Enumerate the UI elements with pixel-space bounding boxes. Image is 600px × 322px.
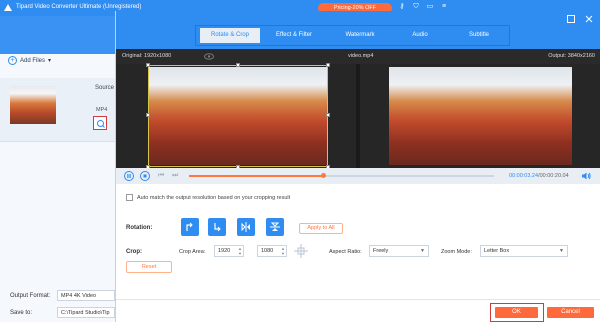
crop-label: Crop:: [126, 249, 142, 255]
crop-area-label: Crop Area:: [179, 249, 206, 255]
zoom-mode-select[interactable]: Letter Box ▼: [480, 245, 568, 257]
crop-handle[interactable]: [146, 63, 150, 67]
time-total: /00:00:20.04: [538, 173, 569, 179]
tab-watermark[interactable]: Watermark: [330, 28, 390, 43]
volume-icon[interactable]: [582, 172, 591, 180]
timeline-slider[interactable]: [189, 173, 494, 178]
footer-divider: [116, 299, 600, 300]
pause-button[interactable]: [124, 171, 134, 181]
rotation-label: Rotation:: [126, 225, 153, 231]
menu-icon[interactable]: ≡: [440, 3, 448, 11]
output-video-frame: [389, 67, 572, 165]
add-files-button[interactable]: + Add Files ▾: [8, 56, 51, 65]
crop-width-value: 1920: [218, 248, 231, 254]
app-left-header: [0, 16, 115, 54]
rotate-right-icon: [214, 223, 221, 232]
output-resolution: Output: 3840x2160: [548, 53, 595, 59]
reset-button[interactable]: Reset: [126, 261, 172, 273]
cancel-button[interactable]: Cancel: [547, 307, 594, 318]
aspect-ratio-select[interactable]: Freely ▼: [369, 245, 429, 257]
add-files-label: Add Files: [20, 57, 46, 64]
flip-vertical-button[interactable]: [266, 218, 284, 236]
dialog-window-controls: [567, 15, 593, 23]
video-thumbnail[interactable]: [10, 86, 56, 124]
next-frame-icon[interactable]: ⏭: [172, 172, 180, 180]
player-controls: ⏮ ⏭ 00:00:03.24/00:00:20.04: [116, 168, 600, 184]
format-tag: MP4: [96, 107, 108, 113]
chevron-down-icon: ▼: [420, 248, 425, 254]
stop-button[interactable]: [140, 171, 150, 181]
flip-vertical-icon: [270, 222, 280, 231]
aspect-ratio-label: Aspect Ratio:: [329, 249, 362, 255]
tab-rotate-crop[interactable]: Rotate & Crop: [200, 28, 260, 43]
tab-effect-filter[interactable]: Effect & Filter: [264, 28, 324, 43]
plus-icon: +: [8, 56, 17, 65]
source-label: Source: [95, 85, 115, 91]
edit-button[interactable]: [93, 116, 107, 130]
chevron-down-icon: ▼: [559, 248, 564, 254]
chat-icon[interactable]: ▭: [426, 3, 434, 11]
output-format-label: Output Format:: [10, 293, 51, 299]
crop-handle[interactable]: [236, 63, 240, 67]
time-current: 00:00:03.24: [509, 173, 539, 179]
output-preview: [360, 64, 600, 179]
zoom-mode-label: Zoom Mode:: [441, 249, 472, 255]
maximize-icon[interactable]: [567, 15, 575, 23]
app-title: Tipard Video Converter Ultimate (Unregis…: [16, 4, 142, 10]
aspect-ratio-value: Freely: [373, 248, 389, 254]
time-display: 00:00:03.24/00:00:20.04: [509, 173, 569, 179]
eye-icon[interactable]: [204, 53, 214, 60]
chevron-down-icon: ▾: [48, 58, 52, 64]
editor-dialog: Rotate & Crop Effect & Filter Watermark …: [115, 11, 600, 322]
crop-handle[interactable]: [326, 113, 330, 117]
crop-width-input[interactable]: 1920 ▲ ▼: [214, 245, 244, 257]
auto-match-checkbox[interactable]: [126, 194, 133, 201]
zoom-mode-value: Letter Box: [484, 248, 510, 254]
rotate-left-button[interactable]: [181, 218, 199, 236]
ok-button[interactable]: OK: [495, 307, 538, 318]
key-icon[interactable]: ⚷: [398, 3, 406, 11]
close-icon[interactable]: [585, 15, 593, 23]
ok-button-highlight: OK: [490, 303, 544, 322]
title-toolbar: ⚷ ⛉ ▭ ≡: [398, 3, 448, 11]
cart-icon[interactable]: ⛉: [412, 3, 420, 11]
crop-handle[interactable]: [146, 113, 150, 117]
pause-icon: [127, 174, 131, 178]
app-logo-icon: [4, 4, 12, 11]
output-format-select[interactable]: MP4 4K Video: [57, 290, 115, 301]
previous-frame-icon[interactable]: ⏮: [158, 172, 166, 180]
save-to-label: Save to:: [10, 310, 33, 316]
auto-match-label: Auto match the output resolution based o…: [137, 194, 291, 201]
dialog-header: Rotate & Crop Effect & Filter Watermark …: [116, 11, 600, 49]
preview-area: [116, 63, 600, 179]
edit-icon: [97, 120, 105, 128]
tab-audio[interactable]: Audio: [395, 28, 445, 43]
tab-subtitle[interactable]: Subtitle: [454, 28, 504, 43]
stop-icon: [143, 174, 147, 178]
resolution-bar: Original: 1920x1080 video.mp4 Output: 38…: [116, 49, 600, 64]
crop-height-input[interactable]: 1080 ▲ ▼: [257, 245, 287, 257]
timeline-handle[interactable]: [320, 173, 326, 178]
crop-frame[interactable]: [146, 63, 330, 169]
rotate-left-icon: [186, 222, 193, 231]
apply-to-all-button[interactable]: Apply to All: [299, 223, 343, 234]
timeline-progress: [189, 175, 324, 177]
rotate-right-button[interactable]: [208, 218, 226, 236]
auto-match-option[interactable]: Auto match the output resolution based o…: [126, 194, 290, 201]
file-name: video.mp4: [348, 53, 374, 59]
original-preview: [116, 63, 356, 179]
stepper-icon[interactable]: ▲ ▼: [238, 246, 242, 256]
crop-height-value: 1080: [261, 248, 274, 254]
crop-handle[interactable]: [326, 63, 330, 67]
flip-horizontal-icon: [241, 222, 250, 232]
flip-horizontal-button[interactable]: [237, 218, 255, 236]
stepper-icon[interactable]: ▲ ▼: [281, 246, 285, 256]
center-crop-icon[interactable]: [294, 244, 308, 258]
original-resolution: Original: 1920x1080: [122, 53, 172, 59]
save-to-select[interactable]: C:\Tipard Studio\Tip: [57, 307, 115, 318]
editor-tabs: Rotate & Crop Effect & Filter Watermark …: [195, 25, 510, 46]
